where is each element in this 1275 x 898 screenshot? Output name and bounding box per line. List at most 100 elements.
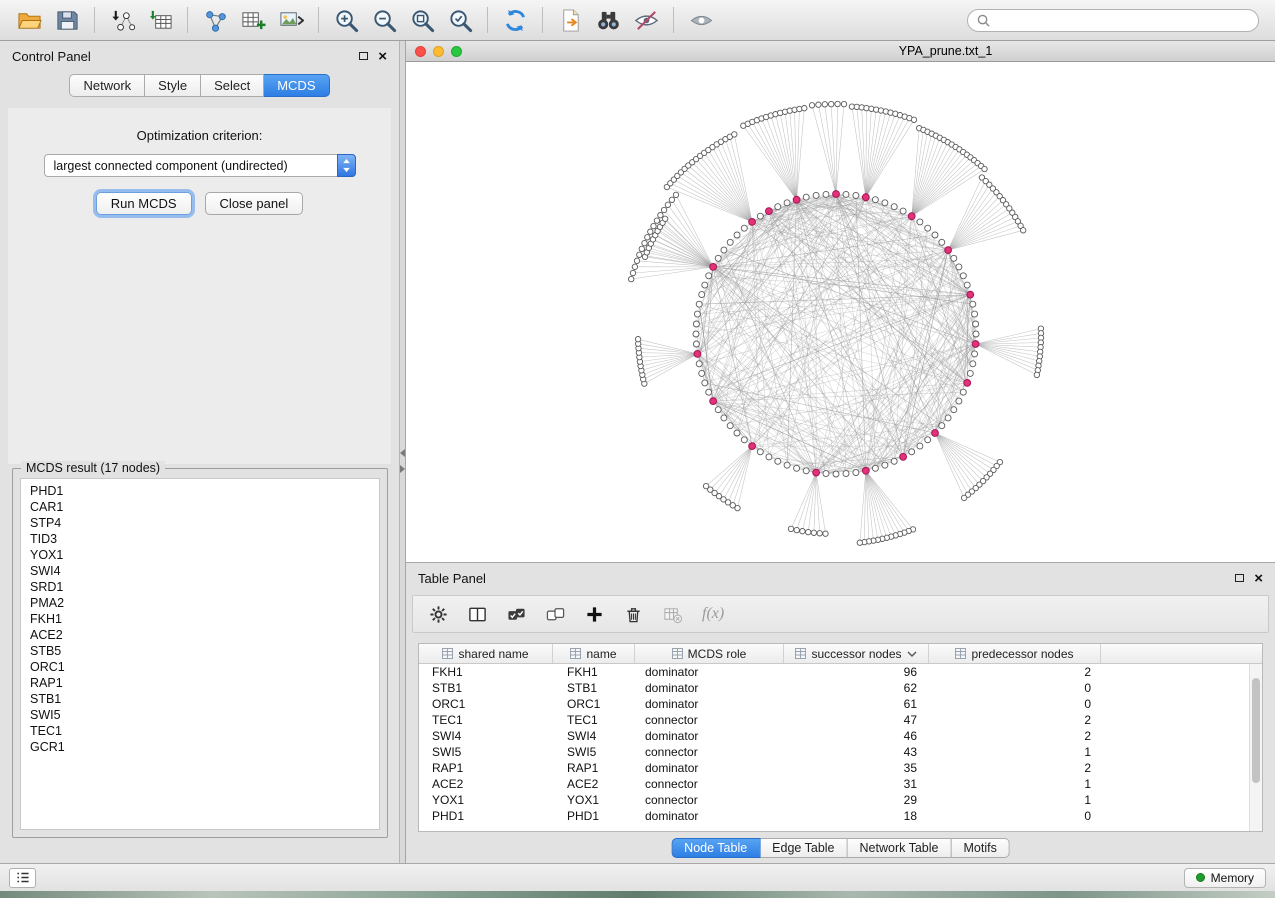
mcds-result-item[interactable]: ACE2 (30, 627, 370, 643)
mcds-result-item[interactable]: ORC1 (30, 659, 370, 675)
mcds-result-list[interactable]: PHD1CAR1STP4TID3YOX1SWI4SRD1PMA2FKH1ACE2… (20, 478, 380, 830)
table-row[interactable]: SWI5SWI5connector431 (419, 744, 1262, 760)
table-row[interactable]: STB1STB1dominator620 (419, 680, 1262, 696)
refresh-layout-icon[interactable] (499, 4, 531, 36)
column-header-mcds-role[interactable]: MCDS role (635, 644, 784, 663)
cell-shared_name: TEC1 (419, 713, 553, 727)
column-header-shared-name[interactable]: shared name (419, 644, 553, 663)
tab-edge-table[interactable]: Edge Table (760, 838, 847, 858)
window-maximize-icon[interactable] (451, 46, 462, 57)
mcds-result-item[interactable]: PHD1 (30, 483, 370, 499)
mcds-result-item[interactable]: CAR1 (30, 499, 370, 515)
save-icon[interactable] (51, 4, 83, 36)
table-row[interactable]: TEC1TEC1connector472 (419, 712, 1262, 728)
table-row[interactable]: ORC1ORC1dominator610 (419, 696, 1262, 712)
cell-successor_nodes: 46 (784, 729, 929, 743)
cell-shared_name: PHD1 (419, 809, 553, 823)
column-header-successor-nodes[interactable]: successor nodes (784, 644, 929, 663)
cell-name: SWI4 (553, 729, 635, 743)
column-header-predecessor-nodes[interactable]: predecessor nodes (929, 644, 1101, 663)
add-icon[interactable] (585, 603, 604, 625)
mcds-result-item[interactable]: STB5 (30, 643, 370, 659)
fx-icon[interactable]: f(x) (702, 603, 724, 625)
mcds-result-item[interactable]: STB1 (30, 691, 370, 707)
gear-icon[interactable] (429, 603, 448, 625)
column-header-filler (1101, 644, 1262, 663)
mcds-result-item[interactable]: YOX1 (30, 547, 370, 563)
tab-node-table[interactable]: Node Table (671, 838, 760, 858)
cell-successor_nodes: 29 (784, 793, 929, 807)
zoom-in-icon[interactable] (330, 4, 362, 36)
window-close-icon[interactable] (415, 46, 426, 57)
run-mcds-button[interactable]: Run MCDS (96, 192, 192, 215)
zoom-out-icon[interactable] (368, 4, 400, 36)
hide-graphics-icon[interactable] (630, 4, 662, 36)
export-image-icon[interactable] (275, 4, 307, 36)
close-panel-button[interactable]: Close panel (205, 192, 304, 215)
cell-name: YOX1 (553, 793, 635, 807)
cell-name: PHD1 (553, 809, 635, 823)
cell-mcds_role: dominator (635, 761, 784, 775)
table-row[interactable]: PHD1PHD1dominator180 (419, 808, 1262, 824)
cell-predecessor_nodes: 1 (929, 745, 1101, 759)
tab-mcds[interactable]: MCDS (264, 74, 329, 97)
column-header-name[interactable]: name (553, 644, 635, 663)
mcds-result-item[interactable]: TEC1 (30, 723, 370, 739)
table-row[interactable]: RAP1RAP1dominator352 (419, 760, 1262, 776)
new-network-icon[interactable] (199, 4, 231, 36)
table-row[interactable]: SWI4SWI4dominator462 (419, 728, 1262, 744)
cell-mcds_role: connector (635, 745, 784, 759)
show-graphics-icon[interactable] (685, 4, 717, 36)
tab-motifs[interactable]: Motifs (951, 838, 1009, 858)
table-row[interactable]: ACE2ACE2connector311 (419, 776, 1262, 792)
close-table-panel-icon[interactable]: × (1254, 571, 1263, 586)
criterion-dropdown[interactable]: largest connected component (undirected) (44, 154, 356, 177)
tab-network-table[interactable]: Network Table (848, 838, 952, 858)
mcds-result-item[interactable]: FKH1 (30, 611, 370, 627)
select-all-icon[interactable] (507, 603, 526, 625)
memory-button[interactable]: Memory (1184, 868, 1266, 888)
zoom-selected-icon[interactable] (444, 4, 476, 36)
mcds-result-item[interactable]: SRD1 (30, 579, 370, 595)
search-box[interactable] (967, 9, 1259, 32)
dropdown-stepper-icon[interactable] (337, 154, 356, 177)
close-panel-icon[interactable]: × (378, 49, 387, 64)
open-folder-icon[interactable] (13, 4, 45, 36)
table-row[interactable]: YOX1YOX1connector291 (419, 792, 1262, 808)
control-panel-title: Control Panel (12, 49, 91, 64)
mcds-result-item[interactable]: TID3 (30, 531, 370, 547)
network-canvas[interactable] (406, 62, 1275, 562)
zoom-fit-icon[interactable] (406, 4, 438, 36)
cell-successor_nodes: 31 (784, 777, 929, 791)
export-network-icon[interactable] (554, 4, 586, 36)
search-input[interactable] (995, 13, 1249, 27)
network-graph[interactable] (406, 62, 1275, 562)
float-panel-icon[interactable] (359, 52, 368, 60)
delete-table-icon[interactable] (663, 603, 682, 625)
tab-network[interactable]: Network (69, 74, 145, 97)
import-network-icon[interactable] (106, 4, 138, 36)
task-history-button[interactable] (9, 868, 36, 888)
import-table-icon[interactable] (144, 4, 176, 36)
mcds-result-item[interactable]: GCR1 (30, 739, 370, 755)
mcds-result-item[interactable]: PMA2 (30, 595, 370, 611)
mcds-result-item[interactable]: SWI5 (30, 707, 370, 723)
table-row[interactable]: FKH1FKH1dominator962 (419, 664, 1262, 680)
mcds-result-item[interactable]: SWI4 (30, 563, 370, 579)
collapse-left-icon[interactable] (400, 449, 405, 457)
column-view-icon[interactable] (468, 603, 487, 625)
trash-icon[interactable] (624, 603, 643, 625)
mcds-result-item[interactable]: STP4 (30, 515, 370, 531)
table-scrollbar[interactable] (1249, 664, 1262, 831)
search-network-icon[interactable] (592, 4, 624, 36)
window-minimize-icon[interactable] (433, 46, 444, 57)
mcds-result-item[interactable]: RAP1 (30, 675, 370, 691)
deselect-all-icon[interactable] (546, 603, 565, 625)
new-table-icon[interactable] (237, 4, 269, 36)
toolbar-separator (673, 7, 674, 33)
table-scrollbar-thumb[interactable] (1252, 678, 1260, 783)
tab-select[interactable]: Select (201, 74, 264, 97)
tab-style[interactable]: Style (145, 74, 201, 97)
expand-right-icon[interactable] (400, 465, 405, 473)
float-table-panel-icon[interactable] (1235, 574, 1244, 582)
